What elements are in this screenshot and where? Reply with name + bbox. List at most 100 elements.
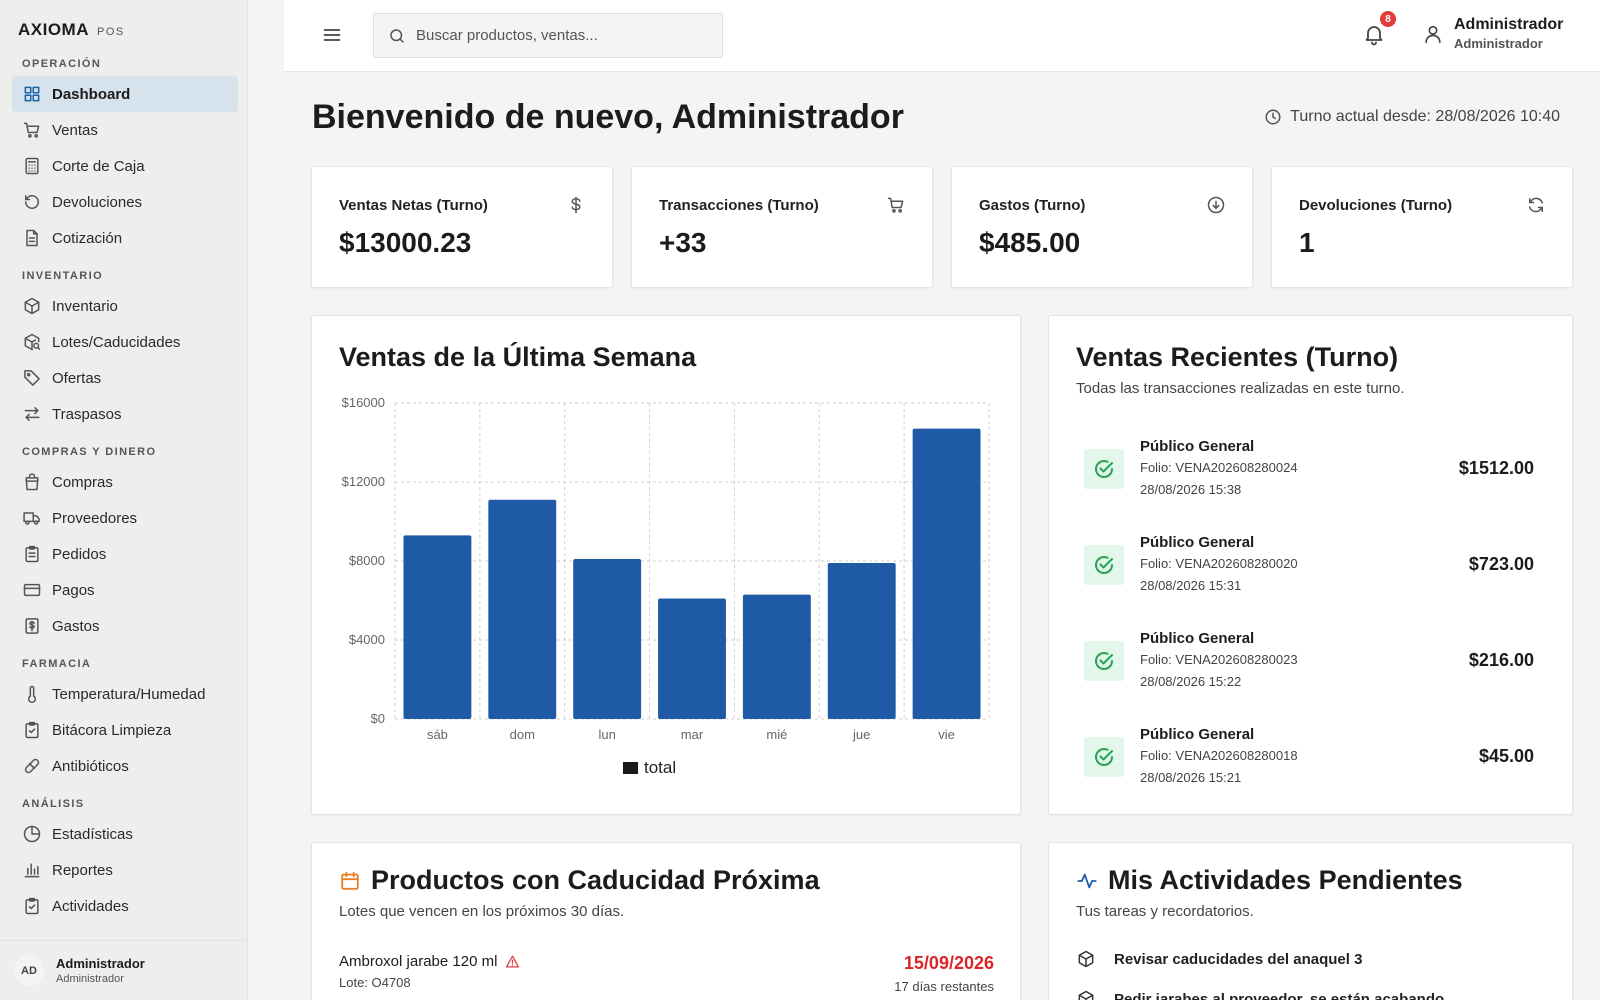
tag-icon [22, 368, 42, 388]
recent-sales-title: Ventas Recientes (Turno) [1076, 342, 1399, 372]
sidebar-nav: OPERACIÓN Dashboard Ventas Corte de Caja Dev… [12, 56, 238, 924]
search-box[interactable] [373, 13, 723, 58]
stat-card-net-sales: Ventas Netas (Turno) $13000.23 [311, 166, 613, 288]
bag-icon [22, 472, 42, 492]
sidebar-item-gastos[interactable]: Gastos [12, 608, 238, 644]
sale-row[interactable]: Público General Folio: VENA202608280018 28… [1084, 726, 1534, 788]
sidebar-item-label: Pedidos [52, 545, 107, 563]
dashboard-icon [22, 84, 42, 104]
clipboard-check-icon [22, 720, 42, 740]
sale-row[interactable]: Público General Folio: VENA202608280023 28… [1084, 630, 1534, 692]
stat-value: +33 [659, 227, 707, 258]
sidebar-item-ofertas[interactable]: Ofertas [12, 360, 238, 396]
brand-name: AXIOMA [18, 20, 89, 39]
warning-icon [505, 954, 520, 969]
sidebar-user-info: Administrador Administrador [56, 956, 145, 985]
sale-folio: Folio: VENA202608280018 [1140, 748, 1298, 763]
stat-label: Ventas Netas (Turno) [339, 197, 488, 214]
bar-mar [658, 598, 726, 719]
sidebar-item-label: Reportes [52, 861, 113, 879]
x-tick-label: jue [852, 727, 870, 742]
bar-mié [742, 594, 811, 719]
notifications-button[interactable]: 8 [1362, 11, 1396, 48]
bar-lun [573, 559, 642, 719]
task-label: Revisar caducidades del anaquel 3 [1114, 950, 1363, 968]
stat-value: $485.00 [979, 227, 1081, 258]
bar-jue [827, 562, 896, 719]
sidebar-item-reportes[interactable]: Reportes [12, 852, 238, 888]
sale-folio: Folio: VENA202608280024 [1140, 460, 1298, 475]
pending-tasks-card: Mis Actividades Pendientes Tus tareas y … [1048, 842, 1573, 1000]
expiry-date: 15/09/2026 [903, 953, 994, 973]
y-tick-label: $4000 [349, 632, 385, 647]
sidebar-item-antibióticos[interactable]: Antibióticos [12, 748, 238, 784]
expiry-days-left: 17 días restantes [894, 979, 994, 994]
user-menu[interactable]: Administrador Administrador [1422, 16, 1563, 51]
sidebar-item-pagos[interactable]: Pagos [12, 572, 238, 608]
sale-customer: Público General [1140, 726, 1255, 743]
expiry-item[interactable]: Ambroxol jarabe 120 ml Lote: O4708 15/09… [339, 953, 994, 1000]
sidebar-item-corte-de-caja[interactable]: Corte de Caja [12, 148, 238, 184]
sidebar-item-estadísticas[interactable]: Estadísticas [12, 816, 238, 852]
sale-customer: Público General [1140, 438, 1255, 455]
nav-section-title: ANÁLISIS [22, 798, 85, 810]
dollar-icon [566, 195, 586, 215]
sidebar-item-temperatura-humedad[interactable]: Temperatura/Humedad [12, 676, 238, 712]
expiry-card: Productos con Caducidad Próxima Lotes qu… [311, 842, 1021, 1000]
sidebar-item-bitácora-limpieza[interactable]: Bitácora Limpieza [12, 712, 238, 748]
user-menu-text: Administrador Administrador [1454, 16, 1563, 51]
sidebar-item-label: Devoluciones [52, 193, 143, 211]
stat-label: Gastos (Turno) [979, 197, 1086, 214]
sidebar-item-proveedores[interactable]: Proveedores [12, 500, 238, 536]
stat-label: Devoluciones (Turno) [1299, 197, 1453, 214]
x-tick-label: lun [598, 727, 615, 742]
sidebar-item-devoluciones[interactable]: Devoluciones [12, 184, 238, 220]
activity-icon [1076, 870, 1098, 892]
pill-icon [22, 756, 42, 776]
cart-icon [22, 120, 42, 140]
cart-icon [886, 195, 906, 215]
brand-logo[interactable]: AXIOMA POS [18, 20, 125, 40]
tasks-title-text: Mis Actividades Pendientes [1108, 865, 1463, 895]
sidebar-item-label: Traspasos [52, 405, 122, 423]
recent-sales-subtitle: Todas las transacciones realizadas en es… [1076, 380, 1405, 397]
nav-section-title: OPERACIÓN [22, 58, 102, 70]
sidebar-item-lotes-caducidades[interactable]: Lotes/Caducidades [12, 324, 238, 360]
sale-row[interactable]: Público General Folio: VENA202608280020 28… [1084, 534, 1534, 596]
sidebar-item-inventario[interactable]: Inventario [12, 288, 238, 324]
sidebar-item-pedidos[interactable]: Pedidos [12, 536, 238, 572]
task-item[interactable]: Revisar caducidades del anaquel 3 [1076, 949, 1362, 969]
credit-card-icon [22, 580, 42, 600]
sale-row[interactable]: Público General Folio: VENA202608280024 28… [1084, 438, 1534, 500]
legend-label: total [644, 758, 676, 777]
x-tick-label: mar [681, 727, 704, 742]
stat-card-returns: Devoluciones (Turno) 1 [1271, 166, 1573, 288]
sale-date: 28/08/2026 15:21 [1140, 770, 1242, 785]
stat-value: 1 [1299, 227, 1315, 258]
sidebar-item-label: Estadísticas [52, 825, 133, 843]
search-input[interactable] [416, 27, 706, 44]
menu-icon[interactable] [322, 25, 342, 45]
sidebar-item-dashboard[interactable]: Dashboard [12, 76, 238, 112]
sidebar-item-actividades[interactable]: Actividades [12, 888, 238, 924]
sidebar: AXIOMA POS OPERACIÓN Dashboard Ventas Corte… [0, 0, 248, 1000]
search-icon [388, 27, 406, 45]
sidebar-item-label: Inventario [52, 297, 118, 315]
sidebar-item-compras[interactable]: Compras [12, 464, 238, 500]
sidebar-item-cotización[interactable]: Cotización [12, 220, 238, 256]
sidebar-item-label: Compras [52, 473, 113, 491]
brand-sub: POS [97, 26, 125, 38]
task-item[interactable]: Pedir jarabes al proveedor, se están aca… [1076, 989, 1444, 1000]
sale-amount: $1512.00 [1458, 458, 1534, 478]
check-circle-icon [1084, 449, 1124, 489]
sidebar-item-traspasos[interactable]: Traspasos [12, 396, 238, 432]
x-tick-label: vie [938, 727, 955, 742]
sidebar-item-ventas[interactable]: Ventas [12, 112, 238, 148]
receipt-icon [22, 616, 42, 636]
stat-value: $13000.23 [339, 227, 472, 258]
check-circle-icon [1084, 737, 1124, 777]
truck-icon [22, 508, 42, 528]
clock-icon [1264, 108, 1282, 126]
sidebar-user[interactable]: AD Administrador Administrador [0, 940, 248, 1000]
sale-date: 28/08/2026 15:38 [1140, 482, 1242, 497]
